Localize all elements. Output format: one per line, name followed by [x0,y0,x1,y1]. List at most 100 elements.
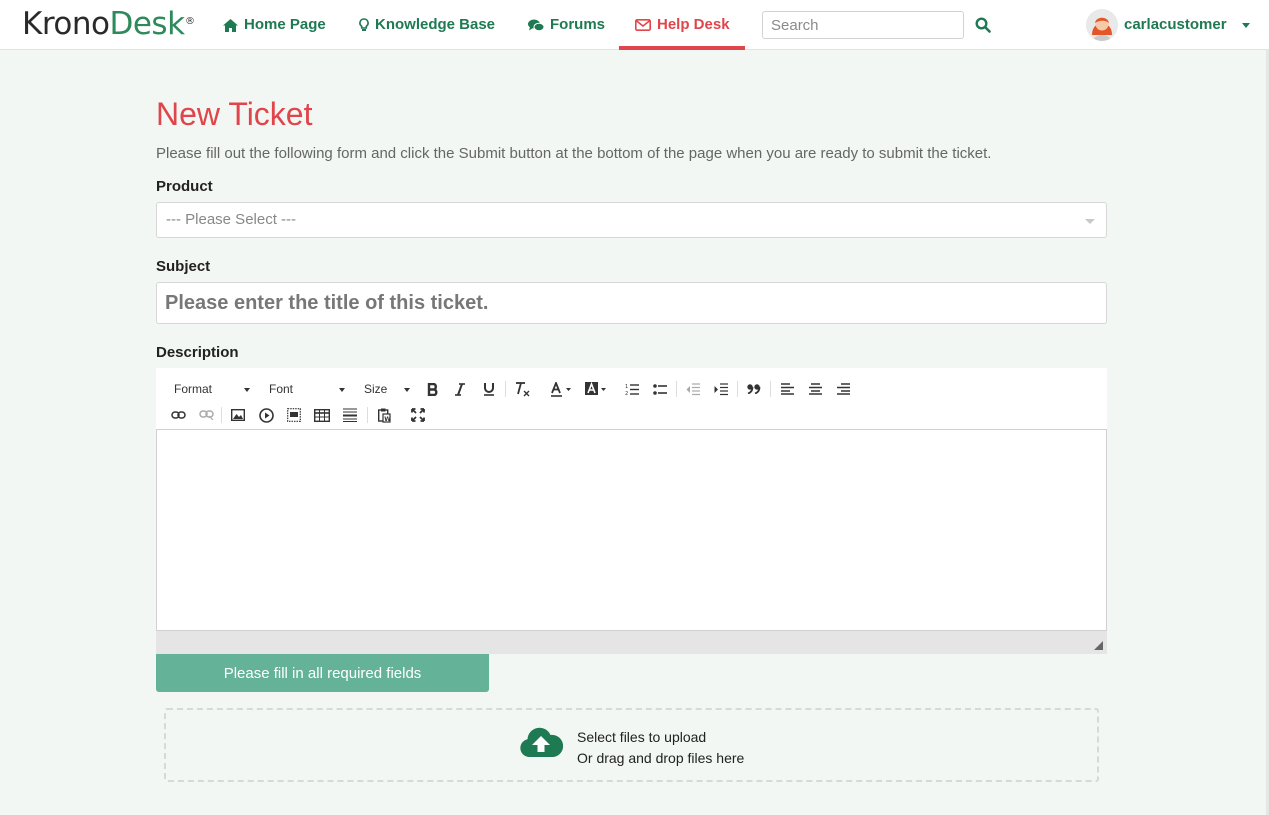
envelope-icon [635,19,651,31]
blockquote-button[interactable] [744,379,764,399]
background-color-icon [585,381,606,395]
text-color-icon [551,381,571,397]
svg-text:1: 1 [625,384,628,390]
file-dropzone[interactable]: Select files to upload Or drag and drop … [164,708,1099,782]
editor-statusbar [156,631,1107,654]
font-dropdown-label: Font [269,382,294,396]
align-left-icon [780,383,794,395]
italic-button[interactable] [450,379,470,399]
numbered-list-button[interactable]: 12 [622,379,642,399]
subject-input[interactable] [156,282,1107,324]
size-dropdown[interactable]: Size [364,382,410,396]
cloud-upload-icon [520,727,563,757]
description-label: Description [156,344,239,361]
remove-format-button[interactable] [512,379,532,399]
image-icon [231,409,245,421]
logo-text-desk: Desk [109,6,185,42]
chevron-down-icon [1085,219,1095,224]
description-editor[interactable] [156,429,1107,631]
format-dropdown[interactable]: Format [174,382,250,396]
resize-handle-icon[interactable] [1094,641,1103,650]
page-intro: Please fill out the following form and c… [156,145,992,162]
bulleted-list-button[interactable] [650,379,670,399]
bold-button[interactable] [423,379,443,399]
toolbar-divider [737,381,738,397]
chevron-down-icon [404,388,410,392]
iframe-icon [287,408,301,422]
insert-image-button[interactable] [228,405,248,425]
underline-button[interactable] [479,379,499,399]
submit-button[interactable]: Please fill in all required fields [156,654,489,692]
horizontal-rule-icon [343,408,357,422]
page-title: New Ticket [156,96,313,132]
product-select-value: --- Please Select --- [166,211,297,228]
unlink-icon [198,410,214,420]
product-select[interactable]: --- Please Select --- [156,202,1107,238]
outdent-icon [686,382,700,395]
italic-icon [455,382,465,396]
nav-forums-label: Forums [550,16,606,33]
insert-video-button[interactable] [256,405,276,425]
nav-knowledge-base[interactable]: Knowledge Base [359,0,495,50]
expand-icon [411,408,425,422]
nav-help-desk[interactable]: Help Desk [619,0,745,50]
paste-from-word-button[interactable]: W [374,405,394,425]
remove-link-button[interactable] [196,405,216,425]
kronodesk-logo[interactable]: KronoDesk ® [22,6,195,42]
format-dropdown-label: Format [174,382,213,396]
dropzone-select-files-text[interactable]: Select files to upload [577,727,744,748]
insert-table-button[interactable] [312,405,332,425]
text-color-button[interactable] [549,379,573,399]
svg-text:W: W [384,415,391,422]
nav-forums[interactable]: Forums [528,0,605,50]
svg-text:2: 2 [625,391,628,396]
home-icon [223,18,238,32]
align-center-icon [808,383,822,395]
decrease-indent-button[interactable] [683,379,703,399]
toolbar-divider [221,407,222,423]
toolbar-divider [676,381,677,397]
quote-icon [747,384,761,394]
horizontal-rule-button[interactable] [340,405,360,425]
align-right-button[interactable] [833,379,853,399]
chevron-down-icon [339,388,345,392]
search-input[interactable] [762,11,964,39]
user-avatar[interactable] [1086,9,1118,41]
insert-iframe-button[interactable] [284,405,304,425]
nav-home-page-label: Home Page [244,16,326,33]
remove-format-icon [516,381,530,396]
insert-link-button[interactable] [168,405,188,425]
play-circle-icon [258,407,274,423]
font-dropdown[interactable]: Font [269,382,345,396]
toolbar-divider [505,381,506,397]
subject-label: Subject [156,258,211,275]
numbered-list-icon: 12 [625,384,639,396]
user-menu-caret-icon[interactable] [1242,23,1250,28]
background-color-button[interactable] [584,379,608,399]
top-navbar: KronoDesk ® Home Page Knowledge Base Foru… [0,0,1269,50]
nav-home-page[interactable]: Home Page [223,0,326,50]
lightbulb-icon [359,18,369,31]
product-label: Product [156,178,213,195]
paste-icon: W [377,408,391,422]
registered-mark: ® [185,16,195,27]
nav-knowledge-base-label: Knowledge Base [375,16,496,33]
nav-help-desk-label: Help Desk [657,16,730,33]
align-left-button[interactable] [777,379,797,399]
fullscreen-button[interactable] [408,405,428,425]
increase-indent-button[interactable] [711,379,731,399]
align-right-icon [836,383,850,395]
dropzone-text: Select files to upload Or drag and drop … [577,727,744,769]
username-label[interactable]: carlacustomer [1124,0,1227,50]
underline-icon [484,383,494,396]
bold-icon [427,382,438,396]
avatar-image [1086,9,1118,41]
chevron-down-icon [244,388,250,392]
table-icon [314,408,330,422]
size-dropdown-label: Size [364,382,388,396]
bulleted-list-icon [653,383,667,395]
align-center-button[interactable] [805,379,825,399]
toolbar-divider [367,407,368,423]
search-icon[interactable] [975,17,991,33]
editor-toolbar: Format Font Size 12 W [156,368,1107,430]
